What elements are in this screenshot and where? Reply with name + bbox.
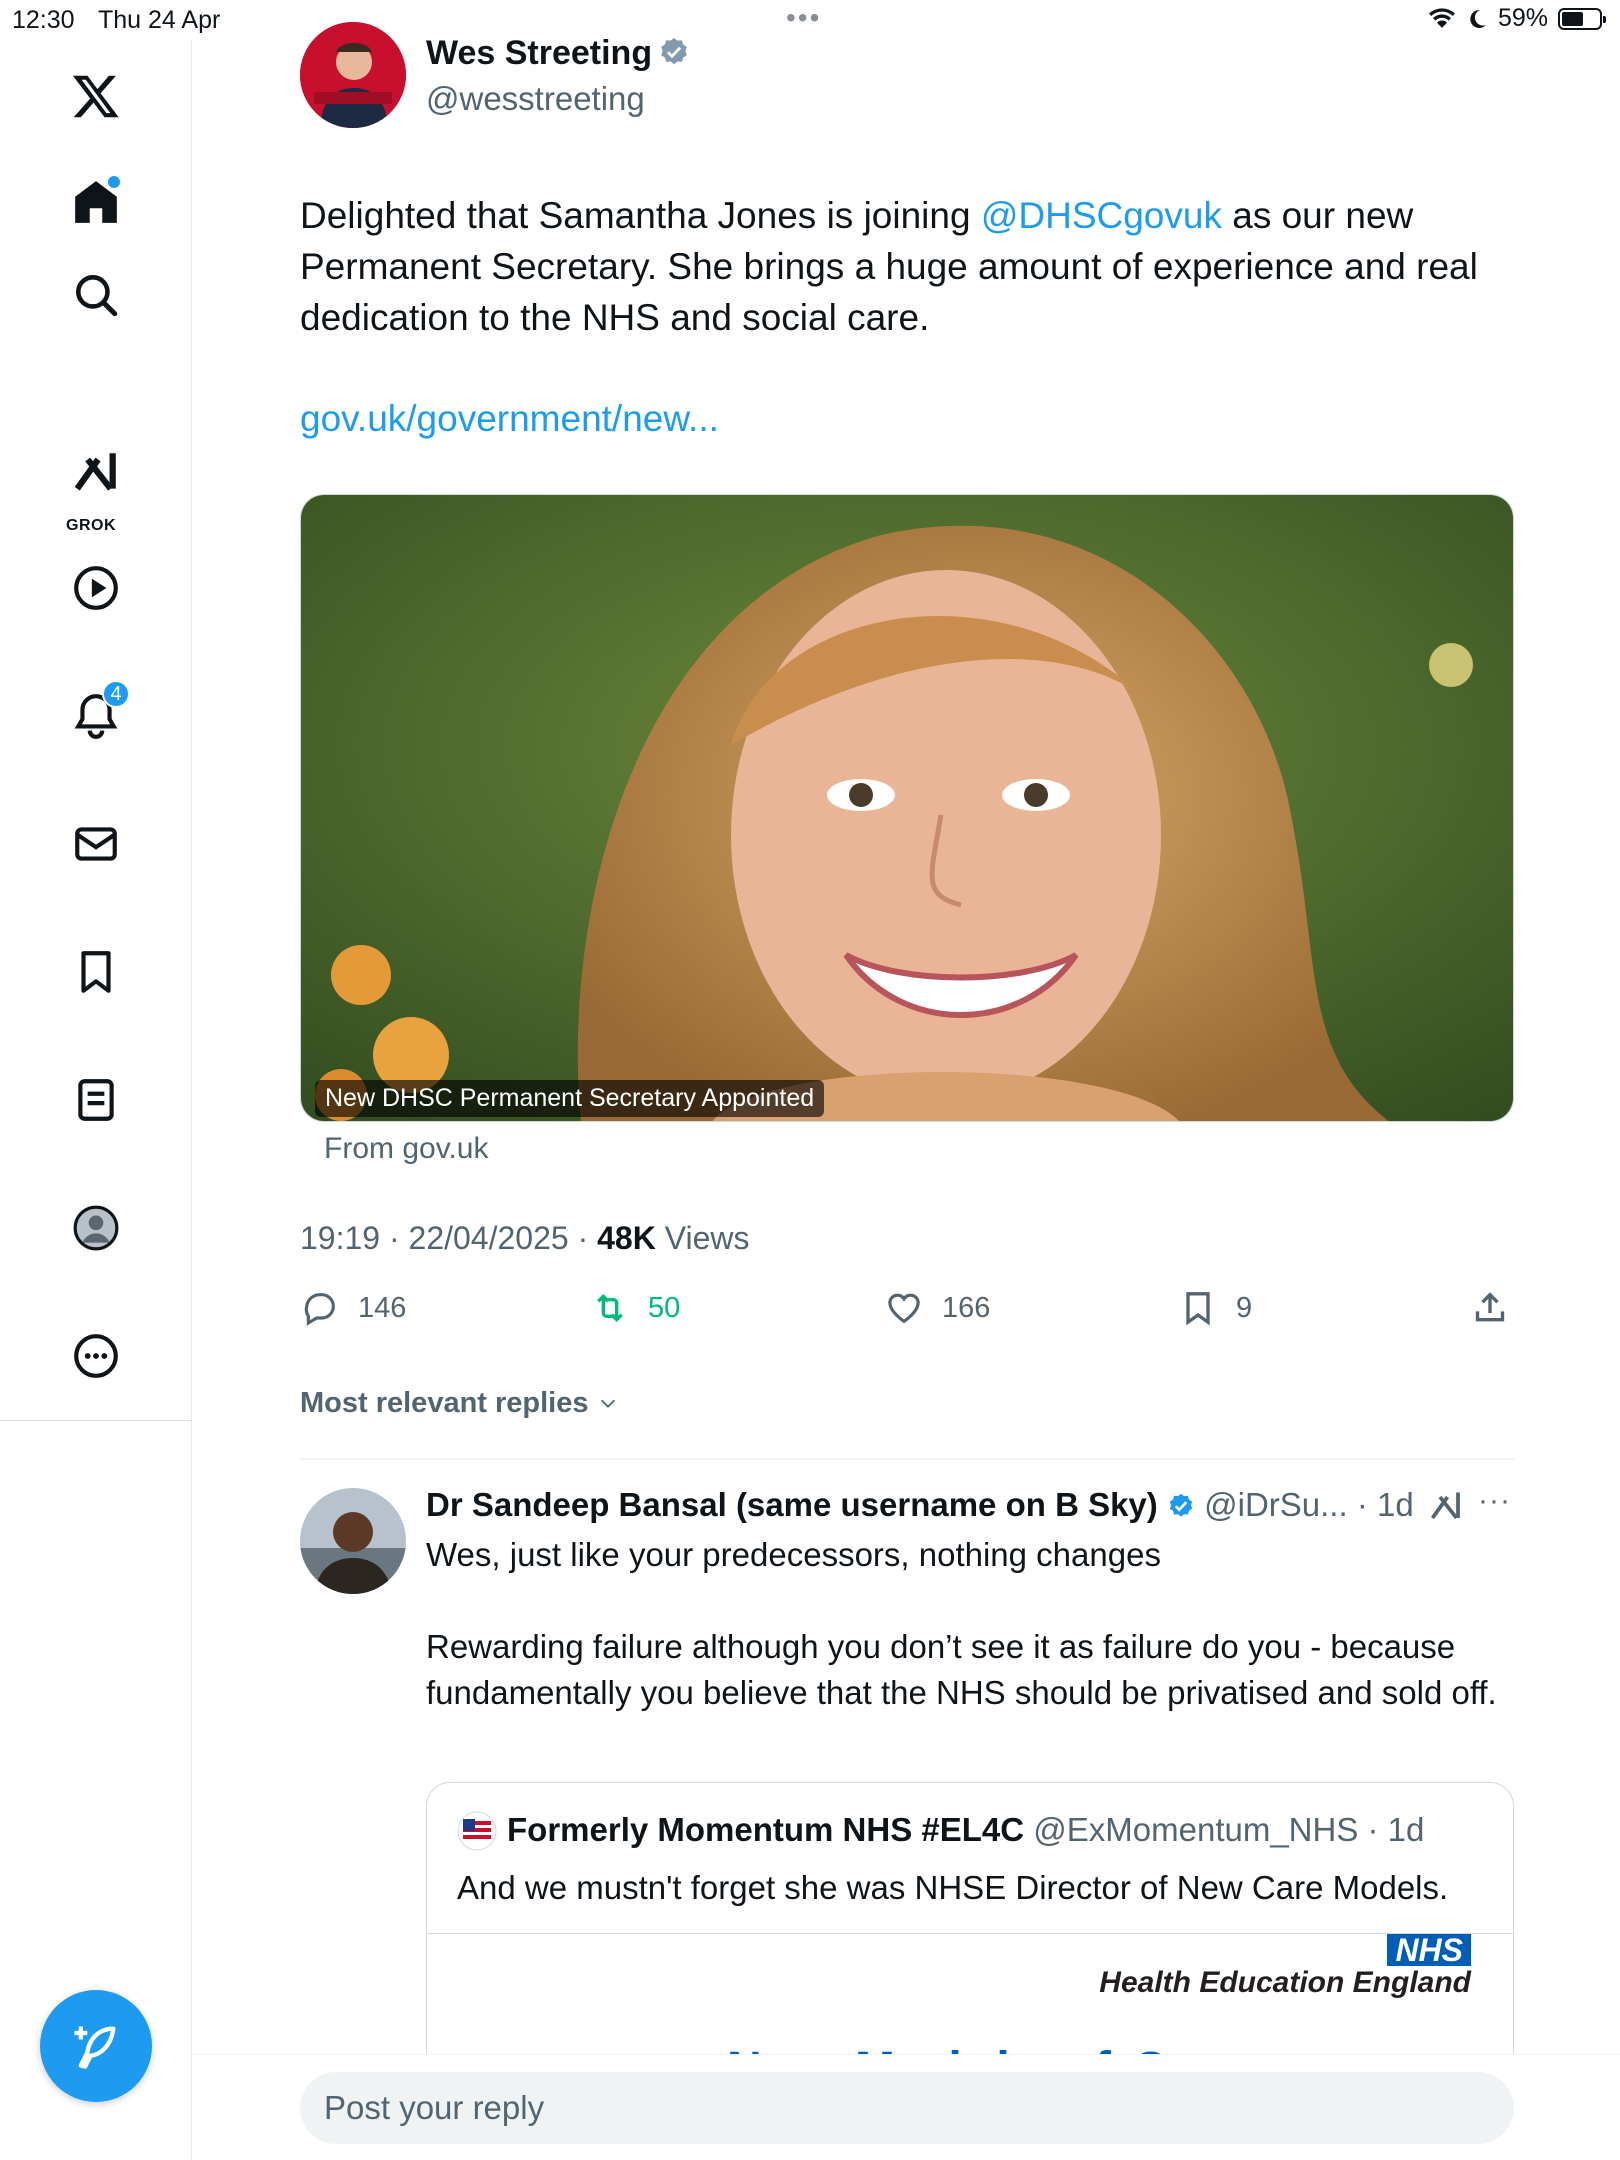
quote-avatar[interactable] xyxy=(457,1811,497,1851)
bookmark-action-button[interactable]: 9 xyxy=(1178,1288,1252,1328)
grok-icon[interactable] xyxy=(60,436,132,508)
battery-icon xyxy=(1558,7,1606,30)
grok-explain-icon[interactable] xyxy=(1428,1488,1464,1529)
bookmark-icon[interactable] xyxy=(60,936,132,1008)
status-date: Thu 24 Apr xyxy=(98,6,221,34)
reply-input[interactable]: Post your reply xyxy=(300,2072,1514,2144)
video-play-icon[interactable] xyxy=(60,552,132,624)
reply-author-name[interactable]: Dr Sandeep Bansal (same username on B Sk… xyxy=(426,1486,1158,1523)
reply-count: 146 xyxy=(358,1291,407,1324)
sidebar-divider xyxy=(0,1420,192,1421)
reply-avatar[interactable] xyxy=(300,1488,406,1594)
grok-label: GROK xyxy=(66,517,116,534)
reply-handle-time[interactable]: @iDrSu... · 1d xyxy=(1204,1486,1414,1523)
reply-text: Wes, just like your predecessors, nothin… xyxy=(426,1536,1497,1711)
quote-author-name[interactable]: Formerly Momentum NHS #EL4C xyxy=(507,1811,1024,1848)
like-action-button[interactable]: 166 xyxy=(884,1288,990,1328)
tweet-meta: 19:19 · 22/04/2025 · 48K Views xyxy=(300,1220,749,1257)
tweet-url-link[interactable]: gov.uk/government/new... xyxy=(300,398,719,440)
like-count: 166 xyxy=(942,1291,991,1324)
search-icon[interactable] xyxy=(60,259,132,331)
notifications-badge: 4 xyxy=(102,680,130,708)
reply-icon xyxy=(304,1293,335,1326)
replies-sort-dropdown[interactable]: Most relevant replies xyxy=(300,1387,619,1420)
tweet-text-before: Delighted that Samantha Jones is joining xyxy=(300,195,981,236)
status-time: 12:30 xyxy=(12,6,75,34)
tweet-text: Delighted that Samantha Jones is joining… xyxy=(300,190,1514,343)
moon-icon xyxy=(1470,9,1486,28)
card-photo xyxy=(301,495,1513,1121)
author-handle[interactable]: @wesstreeting xyxy=(426,80,645,118)
quote-header: Formerly Momentum NHS #EL4C @ExMomentum_… xyxy=(507,1811,1424,1849)
heart-icon xyxy=(888,1293,920,1324)
replies-divider xyxy=(300,1458,1514,1460)
tweet-actions: 146 50 166 9 xyxy=(300,1288,1514,1348)
multitasking-dots-icon[interactable]: ••• xyxy=(786,2,821,34)
verified-badge-icon xyxy=(661,38,687,65)
status-bar: 12:30 Thu 24 Apr ••• 59% xyxy=(0,0,1620,40)
mail-icon[interactable] xyxy=(60,808,132,880)
bookmark-outline-icon xyxy=(1186,1292,1210,1326)
author-name[interactable]: Wes Streeting xyxy=(426,34,690,73)
media-org-name: Health Education England xyxy=(1099,1966,1471,1999)
status-right: 59% xyxy=(1428,4,1606,33)
quote-handle-time[interactable]: @ExMomentum_NHS · 1d xyxy=(1033,1811,1424,1848)
nhs-logo: NHS xyxy=(1387,1934,1471,1966)
replies-sort-label: Most relevant replies xyxy=(300,1387,589,1419)
reply-action-button[interactable]: 146 xyxy=(300,1288,406,1328)
chevron-down-icon xyxy=(600,1399,615,1408)
reply-header: Dr Sandeep Bansal (same username on B Sk… xyxy=(426,1486,1414,1524)
author-avatar[interactable] xyxy=(300,22,406,128)
views-count: 48K xyxy=(597,1220,656,1256)
retweet-icon xyxy=(597,1293,623,1323)
home-unread-dot xyxy=(108,176,120,188)
quote-text: And we mustn't forget she was NHSE Direc… xyxy=(457,1869,1449,1906)
home-icon[interactable] xyxy=(60,166,132,238)
share-action-button[interactable] xyxy=(1470,1288,1510,1328)
x-logo-icon[interactable] xyxy=(60,60,132,132)
verified-blue-icon xyxy=(1169,1493,1193,1517)
reply-input-placeholder: Post your reply xyxy=(324,2089,545,2126)
views-label: Views xyxy=(655,1220,750,1256)
card-source[interactable]: From gov.uk xyxy=(324,1132,489,1166)
profile-icon[interactable] xyxy=(60,1192,132,1264)
retweet-count: 50 xyxy=(648,1291,681,1324)
bookmark-count: 9 xyxy=(1236,1291,1253,1324)
wifi-icon xyxy=(1428,7,1455,28)
author-name-text[interactable]: Wes Streeting xyxy=(426,34,652,72)
compose-feather-icon xyxy=(74,2026,116,2069)
reply-more-icon[interactable]: ··· xyxy=(1478,1484,1511,1518)
sidebar: GROK 4 xyxy=(0,40,192,2160)
mention-link[interactable]: @DHSCgovuk xyxy=(981,195,1222,236)
bell-icon[interactable]: 4 xyxy=(60,680,132,752)
tweet-timestamp[interactable]: 19:19 · 22/04/2025 · xyxy=(300,1220,597,1256)
share-icon xyxy=(1475,1292,1505,1322)
battery-percent: 59% xyxy=(1497,4,1548,32)
link-card[interactable]: New DHSC Permanent Secretary Appointed xyxy=(300,494,1514,1122)
compose-button[interactable] xyxy=(40,1990,152,2102)
retweet-action-button[interactable]: 50 xyxy=(590,1288,680,1328)
lists-icon[interactable] xyxy=(60,1064,132,1136)
card-caption: New DHSC Permanent Secretary Appointed xyxy=(315,1080,825,1117)
more-icon[interactable] xyxy=(60,1320,132,1392)
